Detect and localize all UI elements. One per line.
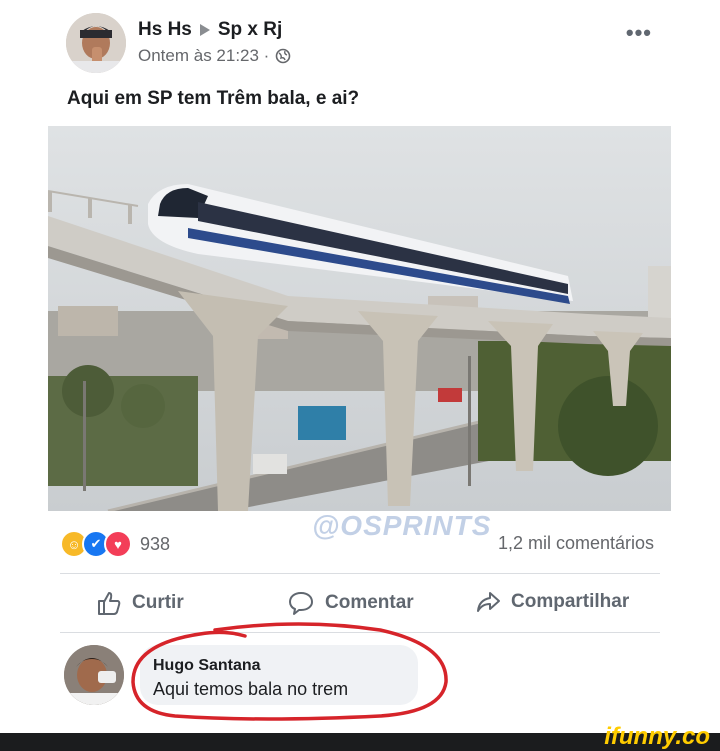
group-name[interactable]: Sp x Rj	[218, 19, 282, 41]
share-icon	[477, 592, 500, 612]
like-label: Curtir	[132, 592, 184, 613]
commenter-avatar[interactable]	[64, 645, 124, 705]
author-avatar[interactable]	[66, 13, 126, 73]
share-label: Compartilhar	[511, 591, 630, 612]
watermark: @OSPRINTS	[312, 510, 492, 541]
commenter-name[interactable]: Hugo Santana	[153, 657, 261, 675]
comment-icon	[289, 592, 313, 615]
footer-bar: ifunny.co	[0, 723, 720, 751]
post-text: Aqui em SP tem Trêm bala, e ai?	[67, 88, 360, 109]
post-meta: Ontem às 21:23 ·	[138, 46, 291, 66]
divider	[60, 573, 660, 574]
post-photo[interactable]	[48, 126, 671, 511]
post-time[interactable]: Ontem às 21:23 ·	[138, 46, 269, 66]
comments-count[interactable]: 1,2 mil comentários	[498, 533, 654, 554]
reactions-summary[interactable]: ☺ ✔ ♥ 938	[60, 530, 170, 558]
comment-label: Comentar	[325, 592, 414, 613]
reaction-count: 938	[140, 533, 171, 554]
comment-button[interactable]: Comentar	[287, 590, 414, 616]
post-author-line: Hs Hs Sp x Rj	[138, 19, 282, 41]
comment-text: Aqui temos bala no trem	[153, 679, 349, 699]
divider	[60, 632, 660, 633]
love-icon: ♥	[104, 530, 132, 558]
brand-logo: ifunny.co	[604, 723, 710, 750]
arrow-right-icon	[199, 24, 210, 36]
globe-icon	[276, 48, 291, 64]
share-button[interactable]: Compartilhar	[475, 590, 629, 614]
like-button[interactable]: Curtir	[96, 590, 184, 616]
thumbs-up-icon	[98, 592, 121, 615]
more-icon[interactable]: •••	[626, 20, 652, 46]
author-name[interactable]: Hs Hs	[138, 19, 192, 41]
